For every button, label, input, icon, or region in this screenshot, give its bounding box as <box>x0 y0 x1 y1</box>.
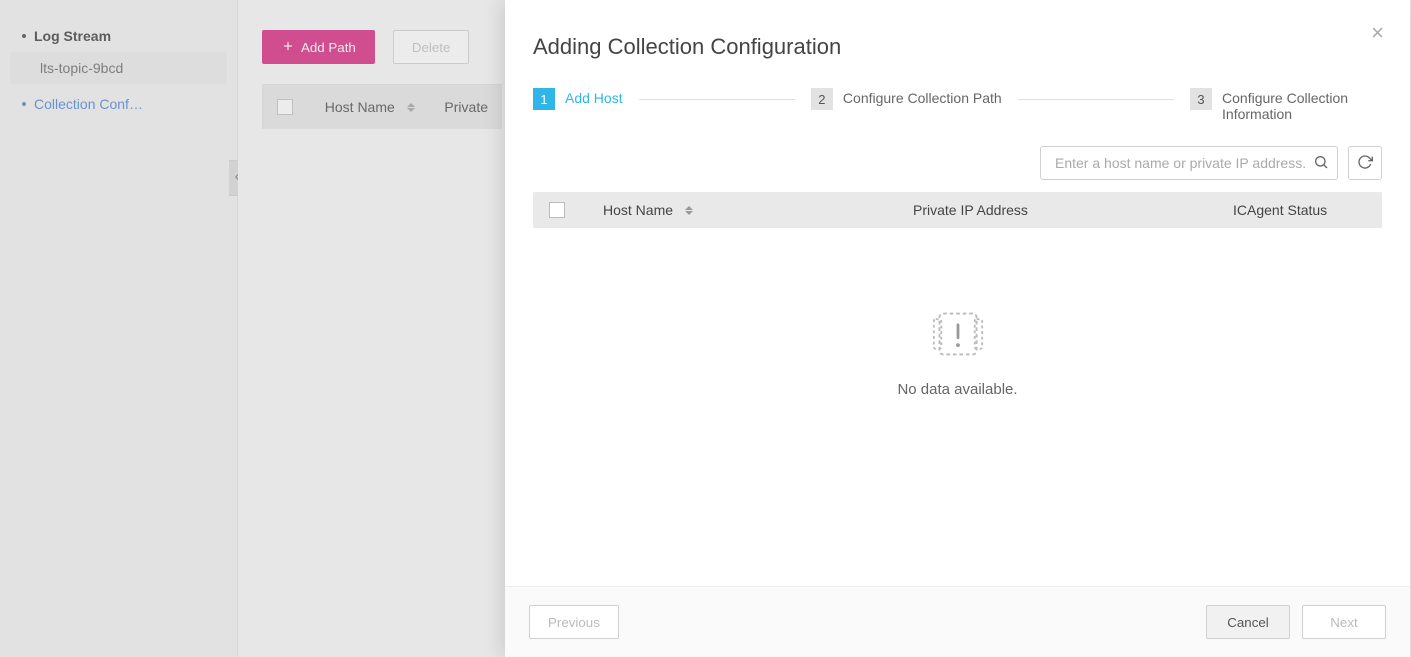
cancel-button[interactable]: Cancel <box>1206 605 1290 639</box>
next-label: Next <box>1330 615 1357 630</box>
host-table-col-private-ip[interactable]: Private IP Address <box>897 202 1217 218</box>
modal-footer: Previous Cancel Next <box>505 586 1410 657</box>
step-3-configure-info: 3 Configure Collection Information <box>1190 88 1382 122</box>
step-2-configure-path: 2 Configure Collection Path <box>811 88 1002 110</box>
search-row <box>533 146 1382 180</box>
refresh-button[interactable] <box>1348 146 1382 180</box>
step-1-add-host[interactable]: 1 Add Host <box>533 88 623 110</box>
sort-icon <box>685 206 693 215</box>
previous-label: Previous <box>548 615 600 630</box>
wizard-steps: 1 Add Host 2 Configure Collection Path 3… <box>533 88 1382 122</box>
step-label-1: Add Host <box>565 88 623 106</box>
modal-header: Adding Collection Configuration × <box>505 0 1410 78</box>
col-icagent-label: ICAgent Status <box>1233 202 1327 218</box>
search-icon[interactable] <box>1313 154 1329 173</box>
previous-button: Previous <box>529 605 619 639</box>
cancel-label: Cancel <box>1227 615 1269 630</box>
host-table-col-icagent[interactable]: ICAgent Status <box>1217 202 1382 218</box>
host-table-col-hostname[interactable]: Host Name <box>587 202 897 218</box>
modal-body: 1 Add Host 2 Configure Collection Path 3… <box>505 78 1410 586</box>
step-divider <box>1018 99 1174 100</box>
step-label-2: Configure Collection Path <box>843 88 1002 106</box>
empty-state-message: No data available. <box>897 381 1017 398</box>
step-divider <box>639 99 795 100</box>
host-table-head: Host Name Private IP Address ICAgent Sta… <box>533 192 1382 228</box>
host-table-checkbox-cell <box>533 202 587 218</box>
empty-box-icon <box>930 308 986 363</box>
modal-add-collection-config: Adding Collection Configuration × 1 Add … <box>505 0 1410 657</box>
checkbox[interactable] <box>549 202 565 218</box>
col-hostname-label: Host Name <box>603 202 673 218</box>
modal-footer-right: Cancel Next <box>1206 605 1386 639</box>
next-button: Next <box>1302 605 1386 639</box>
step-badge-1: 1 <box>533 88 555 110</box>
col-private-ip-label: Private IP Address <box>913 202 1028 218</box>
step-label-3: Configure Collection Information <box>1222 88 1382 122</box>
empty-state: No data available. <box>533 228 1382 398</box>
step-badge-3: 3 <box>1190 88 1212 110</box>
close-icon: × <box>1371 20 1384 45</box>
step-badge-2: 2 <box>811 88 833 110</box>
page-root: Log Stream lts-topic-9bcd Collection Con… <box>0 0 1411 657</box>
refresh-icon <box>1357 154 1373 173</box>
modal-title: Adding Collection Configuration <box>533 34 1370 60</box>
search-input[interactable] <box>1053 154 1313 172</box>
modal-close-button[interactable]: × <box>1367 18 1388 48</box>
search-box <box>1040 146 1338 180</box>
